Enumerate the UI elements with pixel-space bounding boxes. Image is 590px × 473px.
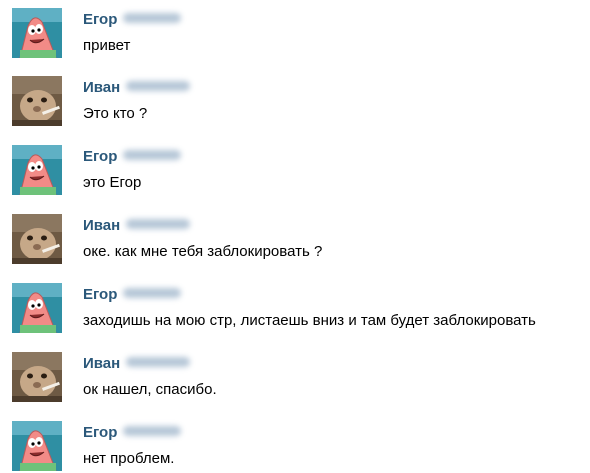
- message-item: Иван Это кто ?: [0, 68, 590, 128]
- message-item: Иван оке. как мне тебя заблокировать ?: [0, 206, 590, 266]
- ivan-avatar[interactable]: [12, 352, 62, 402]
- author-name[interactable]: Егор: [83, 424, 182, 441]
- message-text: ок нашел, спасибо.: [83, 381, 217, 398]
- message-item: Егор привет: [0, 0, 590, 60]
- hamster-avatar: [12, 214, 62, 264]
- author-name[interactable]: Иван: [83, 79, 191, 96]
- author-name[interactable]: Егор: [83, 11, 182, 28]
- message-text: привет: [83, 37, 131, 54]
- message-item: Егор заходишь на мою стр, листаешь вниз …: [0, 275, 590, 335]
- author-name[interactable]: Иван: [83, 217, 191, 234]
- blurred-surname: [123, 288, 182, 299]
- blurred-surname: [123, 13, 182, 24]
- egor-avatar[interactable]: [12, 8, 62, 58]
- author-name[interactable]: Егор: [83, 286, 182, 303]
- blurred-surname: [126, 357, 191, 368]
- egor-avatar[interactable]: [12, 145, 62, 195]
- message-text: это Егор: [83, 174, 142, 191]
- patrick-star-avatar: [12, 8, 62, 58]
- message-text: оке. как мне тебя заблокировать ?: [83, 243, 323, 260]
- blurred-surname: [126, 219, 191, 230]
- message-text: нет проблем.: [83, 450, 175, 467]
- egor-avatar[interactable]: [12, 421, 62, 471]
- message-item: Егор нет проблем.: [0, 413, 590, 473]
- egor-avatar[interactable]: [12, 283, 62, 333]
- message-item: Иван ок нашел, спасибо.: [0, 344, 590, 404]
- author-name[interactable]: Иван: [83, 355, 191, 372]
- ivan-avatar[interactable]: [12, 76, 62, 126]
- blurred-surname: [123, 150, 182, 161]
- blurred-surname: [126, 81, 191, 92]
- author-name[interactable]: Егор: [83, 148, 182, 165]
- message-item: Егор это Егор: [0, 137, 590, 197]
- ivan-avatar[interactable]: [12, 214, 62, 264]
- message-text: Это кто ?: [83, 105, 148, 122]
- hamster-avatar: [12, 76, 62, 126]
- patrick-star-avatar: [12, 283, 62, 333]
- patrick-star-avatar: [12, 421, 62, 471]
- blurred-surname: [123, 426, 182, 437]
- patrick-star-avatar: [12, 145, 62, 195]
- message-text: заходишь на мою стр, листаешь вниз и там…: [83, 312, 536, 329]
- hamster-avatar: [12, 352, 62, 402]
